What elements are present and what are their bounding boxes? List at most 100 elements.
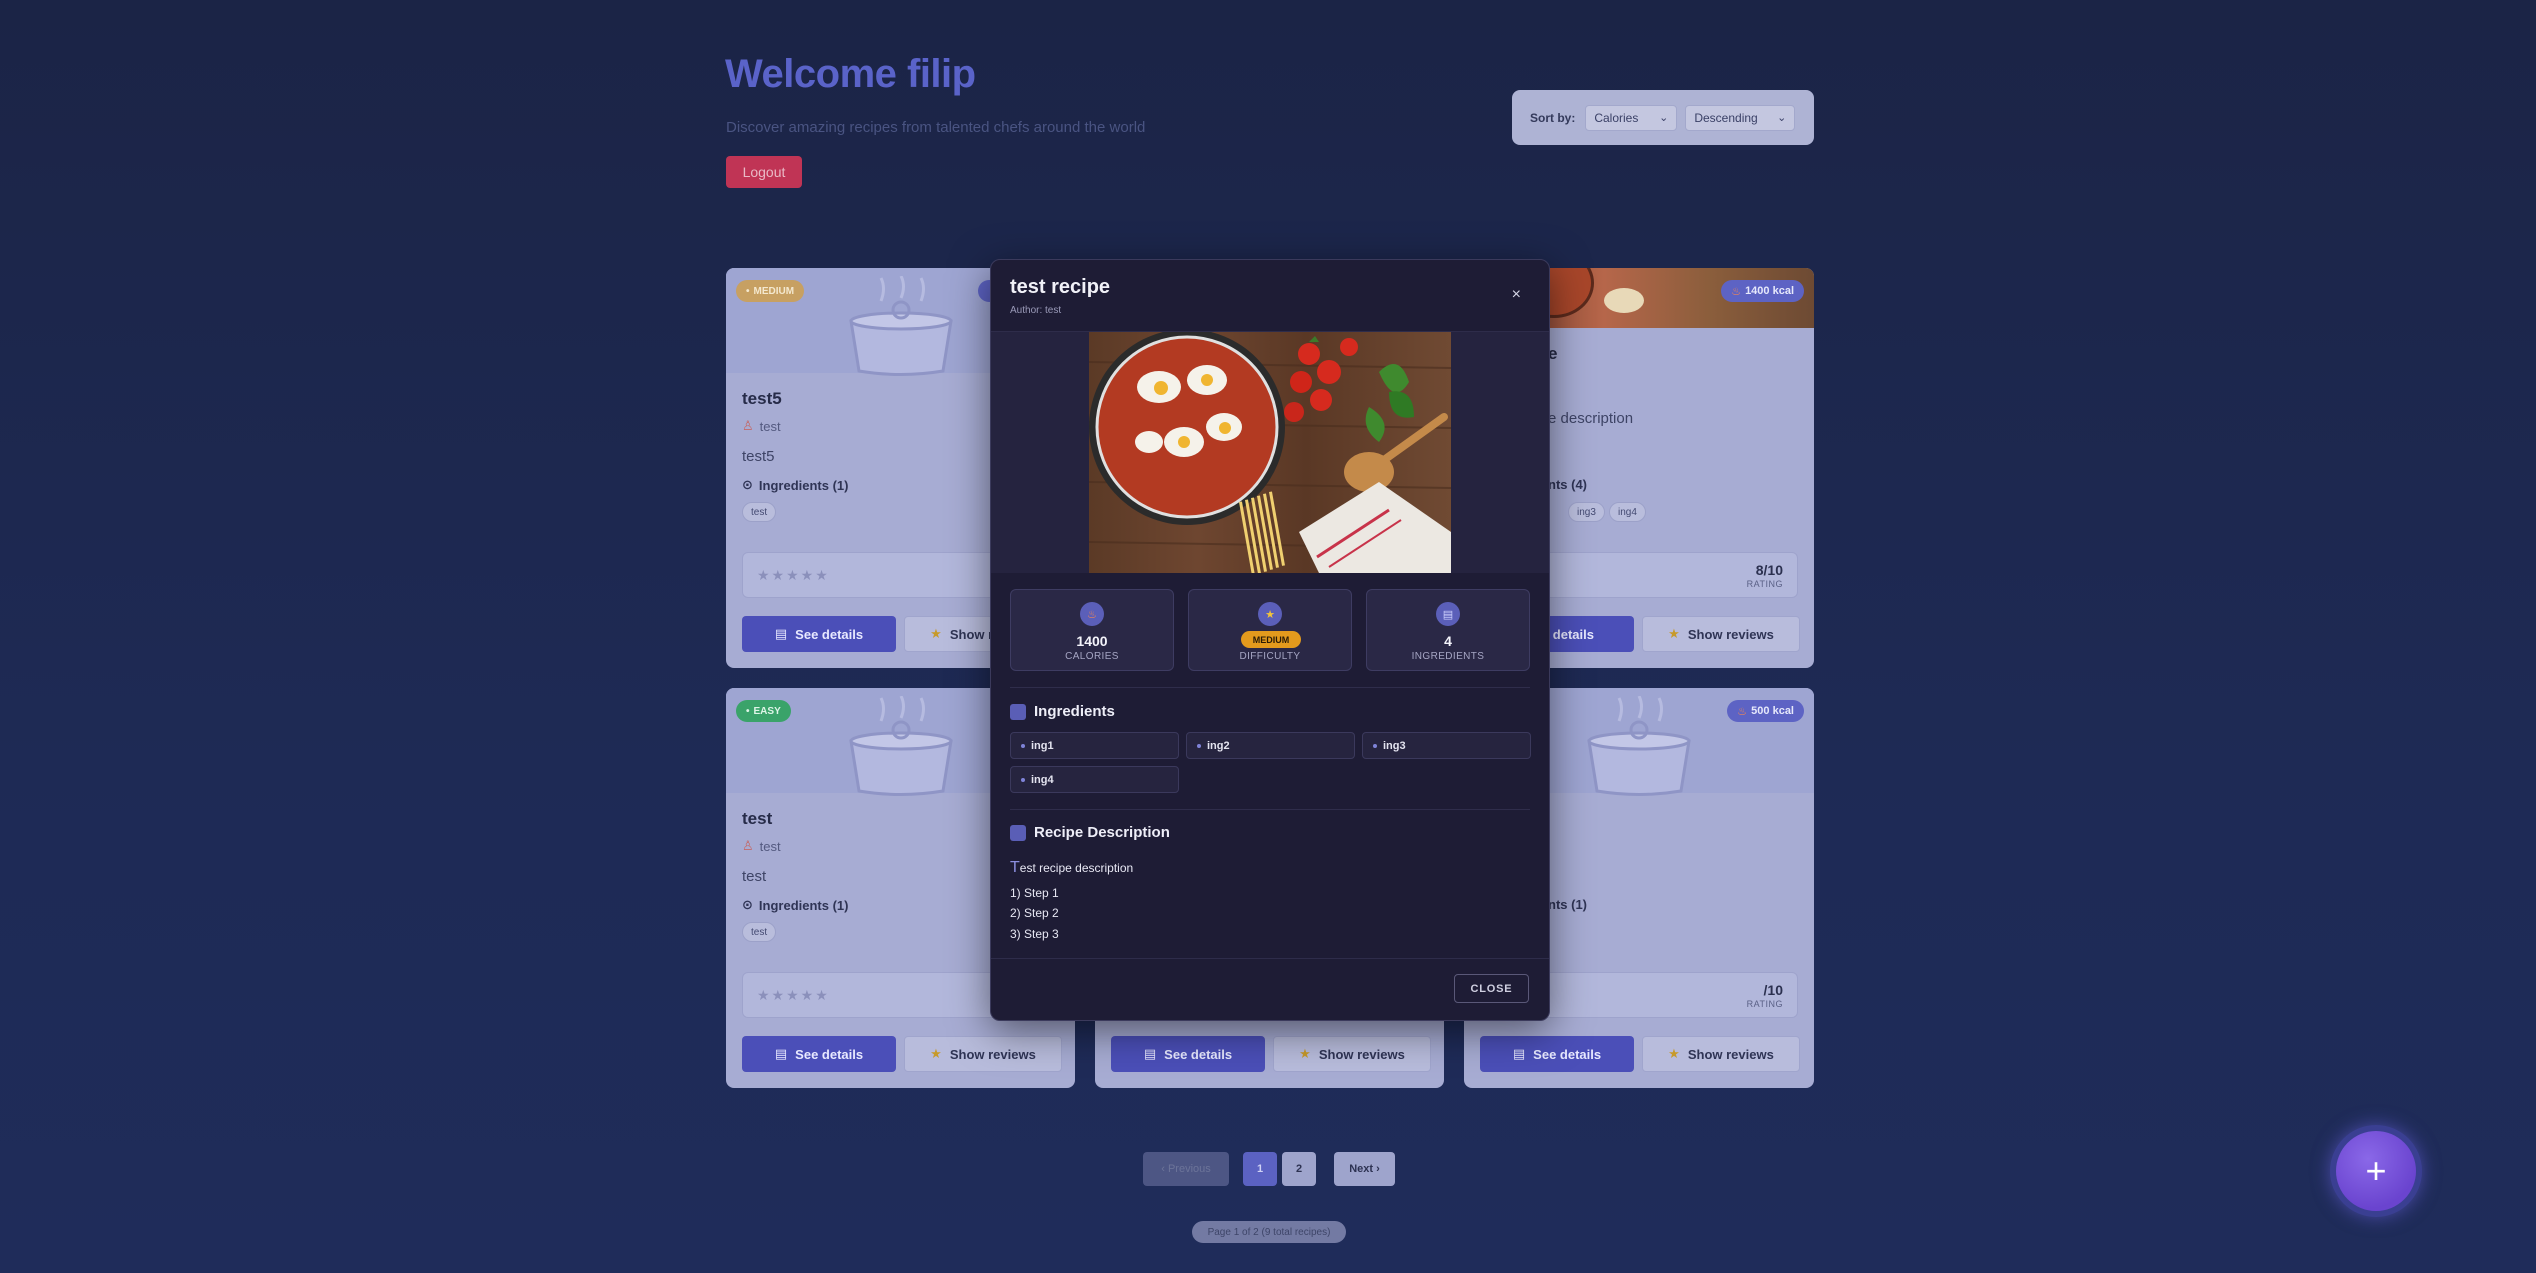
card-author: ♙ test <box>742 838 781 854</box>
ingredients-icon: ⊙ <box>742 897 753 912</box>
ingredients-section-title: Ingredients <box>1010 703 1115 720</box>
next-page-button[interactable]: Next › <box>1334 1152 1395 1186</box>
card-title: test5 <box>742 389 782 408</box>
card-ingredients-label: nts (4) <box>1548 477 1587 492</box>
step-line: 1) Step 1 <box>1010 886 1059 900</box>
ingredient-chip: test <box>742 502 777 522</box>
add-recipe-button[interactable]: + <box>2336 1131 2416 1211</box>
rating-label: RATING <box>1746 999 1783 1009</box>
flame-icon: ♨ <box>1731 285 1742 298</box>
leaf-icon: • <box>746 285 750 297</box>
see-details-label: See details <box>1533 1046 1602 1062</box>
ingredient-item: ing1 <box>1010 732 1179 759</box>
star-icon: ★ <box>1299 1046 1311 1061</box>
modal-header: test recipe Author: test × <box>991 260 1549 332</box>
ingredient-item: ing2 <box>1186 732 1355 759</box>
card-description: test5 <box>742 448 775 465</box>
logout-button[interactable]: Logout <box>726 156 802 188</box>
chevron-down-icon: ⌄ <box>1777 112 1787 124</box>
ingredients-count-value: 4 <box>1444 633 1452 649</box>
welcome-heading: Welcome filip <box>725 52 976 96</box>
show-reviews-button[interactable]: ★ Show reviews <box>1273 1036 1431 1072</box>
card-title: test <box>742 809 773 828</box>
ingredients-stat: ▤ 4 INGREDIENTS <box>1366 589 1530 671</box>
rating-label: RATING <box>1746 579 1783 589</box>
book-icon: ▤ <box>774 1046 788 1061</box>
close-icon[interactable]: × <box>1512 286 1521 304</box>
leaf-icon <box>1010 703 1026 720</box>
kcal-badge: ♨ 500 kcal <box>1727 700 1804 722</box>
see-details-button[interactable]: ▤ See details <box>742 1036 896 1072</box>
kcal-text: 500 kcal <box>1751 705 1794 717</box>
pot-icon <box>849 276 953 376</box>
show-reviews-button[interactable]: ★ Show reviews <box>1642 616 1800 652</box>
welcome-subtitle: Discover amazing recipes from talented c… <box>726 119 1146 136</box>
page-2-button[interactable]: 2 <box>1282 1152 1316 1186</box>
star-icon: ★ <box>1258 602 1282 626</box>
difficulty-stat: ★ MEDIUM DIFFICULTY <box>1188 589 1352 671</box>
rating-value: /10 <box>1763 982 1783 998</box>
chef-icon: ♙ <box>742 418 754 433</box>
show-reviews-label: Show reviews <box>949 1046 1036 1062</box>
card-author: ♙ test <box>742 418 781 434</box>
ingredient-item: ing4 <box>1010 766 1179 793</box>
calories-value: 1400 <box>1076 633 1108 649</box>
step-line: 2) Step 2 <box>1010 906 1059 920</box>
show-reviews-button[interactable]: ★ Show reviews <box>904 1036 1062 1072</box>
pot-icon <box>1587 696 1691 796</box>
flame-icon: ♨ <box>1080 602 1104 626</box>
ingredient-name: ing4 <box>1031 773 1054 786</box>
see-details-label: See details <box>1164 1046 1233 1062</box>
recipes-page: Welcome filip Discover amazing recipes f… <box>0 0 2536 1273</box>
see-details-button[interactable]: ▤ See details <box>1111 1036 1265 1072</box>
calories-stat: ♨ 1400 CALORIES <box>1010 589 1174 671</box>
show-reviews-label: Show reviews <box>1318 1046 1405 1062</box>
see-details-label: See details <box>795 626 864 642</box>
modal-author: Author: test <box>1010 305 1062 316</box>
pot-icon <box>849 696 953 796</box>
close-button[interactable]: CLOSE <box>1454 974 1529 1003</box>
ingredient-item: ing3 <box>1362 732 1531 759</box>
flame-icon: ♨ <box>1737 705 1748 718</box>
difficulty-badge: • EASY <box>736 700 791 722</box>
card-ingredients-label: ⊙ Ingredients (1) <box>742 477 848 493</box>
modal-title: test recipe <box>1010 276 1111 298</box>
book-icon: ▤ <box>1512 1046 1526 1061</box>
ingredients-title-text: Ingredients <box>1034 703 1115 720</box>
difficulty-label: DIFFICULTY <box>1239 651 1301 662</box>
page-1-button[interactable]: 1 <box>1243 1152 1277 1186</box>
page-info-badge: Page 1 of 2 (9 total recipes) <box>1192 1221 1346 1243</box>
ingredient-chip: ing3 <box>1568 502 1605 522</box>
see-details-button[interactable]: ▤ See details <box>1480 1036 1634 1072</box>
recipe-photo <box>1089 332 1451 573</box>
card-ingredients-label: ⊙ Ingredients (1) <box>742 897 848 913</box>
see-details-label: See details <box>795 1046 864 1062</box>
description-text: Test recipe description <box>1010 859 1133 877</box>
sort-panel: Sort by: Calories ⌄ Descending ⌄ <box>1512 90 1814 145</box>
star-icon: ★ <box>930 1046 942 1061</box>
description-section-title: Recipe Description <box>1010 824 1170 841</box>
author-name: test <box>759 838 781 854</box>
ingredient-chip: test <box>742 922 777 942</box>
step-line: 3) Step 3 <box>1010 927 1059 941</box>
rating-stars: ★★★★★ <box>757 987 830 1003</box>
previous-page-button[interactable]: ‹ Previous <box>1143 1152 1229 1186</box>
ingredient-name: ing3 <box>1383 739 1406 752</box>
recipe-image-area <box>991 332 1549 573</box>
kcal-badge: ♨ 1400 kcal <box>1721 280 1804 302</box>
see-details-button[interactable]: ▤ See details <box>742 616 896 652</box>
ingredients-count-label: INGREDIENTS <box>1411 651 1485 662</box>
chef-icon: ♙ <box>742 838 754 853</box>
ingredients-count: Ingredients (1) <box>758 477 849 493</box>
sort-field-value: Calories <box>1594 110 1639 125</box>
star-icon: ★ <box>1668 1046 1680 1061</box>
divider <box>1010 809 1530 810</box>
sort-field-select[interactable]: Calories ⌄ <box>1585 104 1678 131</box>
author-name: test <box>759 418 781 434</box>
show-reviews-button[interactable]: ★ Show reviews <box>1642 1036 1800 1072</box>
list-icon: ▤ <box>1436 602 1460 626</box>
sort-order-select[interactable]: Descending ⌄ <box>1685 104 1796 131</box>
ingredient-name: ing1 <box>1031 739 1054 752</box>
difficulty-badge: • MEDIUM <box>736 280 805 302</box>
star-icon: ★ <box>1668 626 1680 641</box>
